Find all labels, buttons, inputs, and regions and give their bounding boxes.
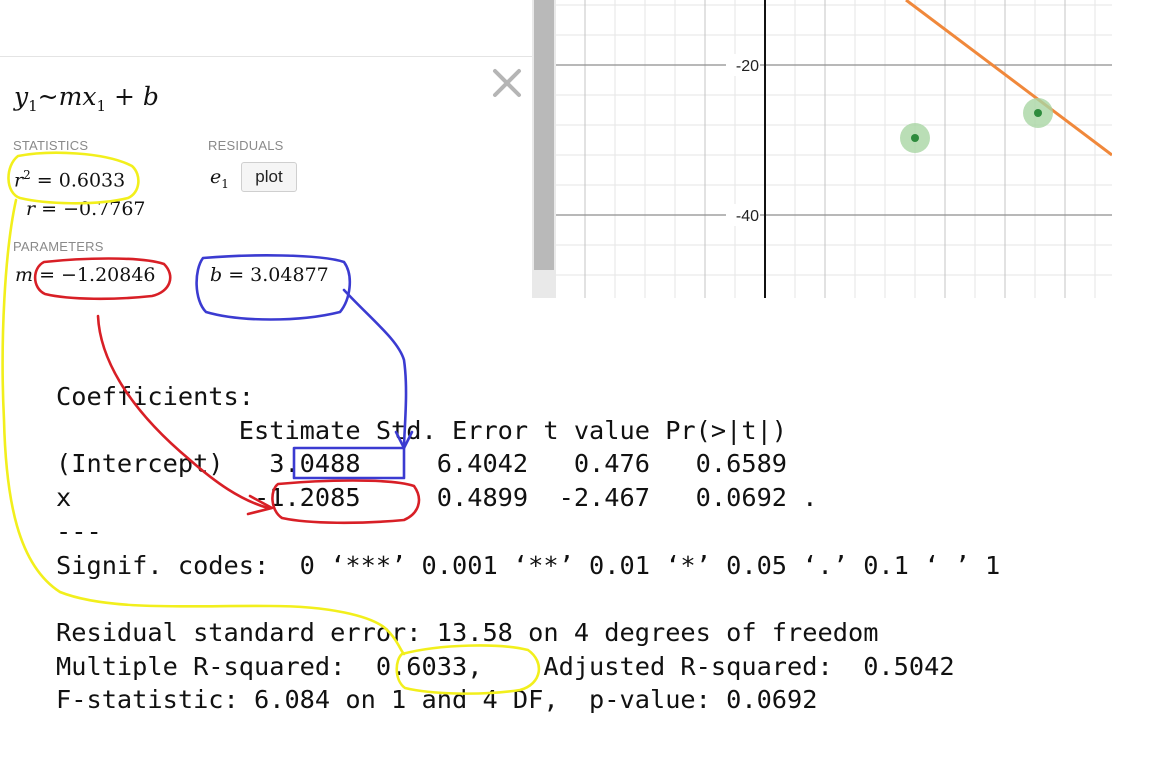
major-grid [556,0,1112,298]
data-point[interactable] [1034,109,1042,117]
slope-parameter: m = −1.20846 [15,264,156,286]
y-tick-labels: -20 -40 [726,54,760,226]
panel-divider [0,56,532,57]
regression-line[interactable] [905,0,1112,157]
graph-canvas[interactable]: -20 -40 [556,0,1112,298]
r-regression-summary: Coefficients: Estimate Std. Error t valu… [56,380,1000,717]
statistics-heading: STATISTICS [13,138,89,153]
r-squared-value: r2 = 0.6033 [14,168,126,192]
residuals-heading: RESIDUALS [208,138,284,153]
minor-grid [556,0,1112,298]
data-point[interactable] [911,134,919,142]
r-output-line: Coefficients: [56,382,254,411]
regression-formula[interactable]: y1~mx1 + b [14,82,159,115]
r-output-line: Multiple R-squared: 0.6033, Adjusted R-s… [56,651,955,681]
plot-residuals-button[interactable]: plot [241,162,297,192]
r-output-line: x -1.2085 0.4899 -2.467 0.0692 . [56,483,818,513]
y-tick-label: -20 [736,58,759,75]
r-output-line: Residual standard error: 13.58 on 4 degr… [56,617,879,647]
close-icon[interactable] [490,66,524,100]
r-output-line: F-statistic: 6.084 on 1 and 4 DF, p-valu… [56,685,818,715]
r-value: r = −0.7767 [26,198,146,220]
residual-variable: e1 [210,166,229,191]
r-output-line: --- [56,516,102,546]
r-output-line: (Intercept) 3.0488 6.4042 0.476 0.6589 [56,449,788,479]
intercept-parameter: b = 3.04877 [210,264,329,286]
parameters-heading: PARAMETERS [13,239,104,254]
r-output-line: Signif. codes: 0 ‘***’ 0.001 ‘**’ 0.01 ‘… [56,550,1001,580]
r-output-line [56,582,1000,616]
y-tick-label: -40 [736,208,759,225]
scrollbar-thumb[interactable] [534,0,554,270]
r-output-line: Estimate Std. Error t value Pr(>|t|) [56,415,788,445]
